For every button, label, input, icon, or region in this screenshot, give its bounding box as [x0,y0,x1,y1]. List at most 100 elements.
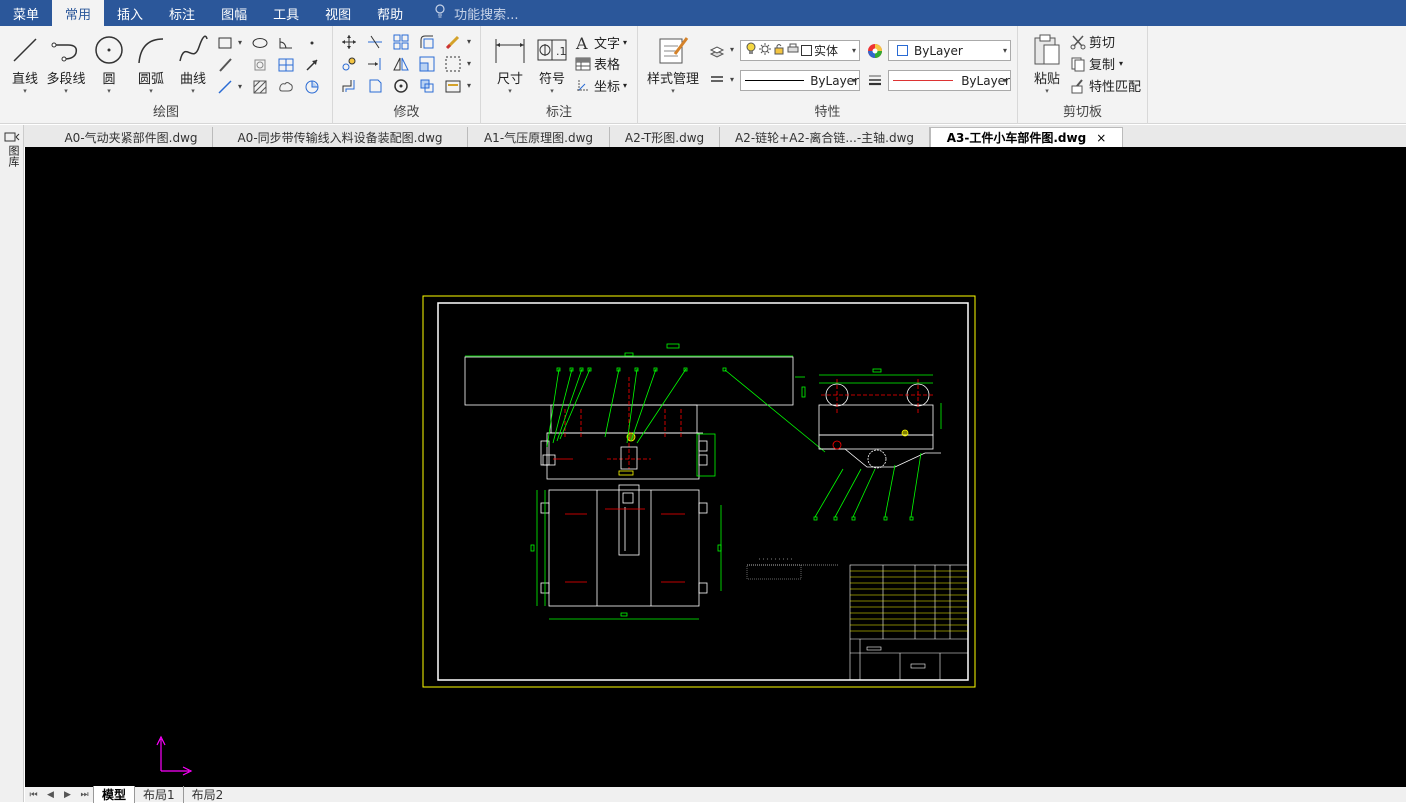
fillet-icon[interactable] [418,33,436,51]
doc-tab[interactable]: A2-T形图.dwg [610,127,720,147]
match-properties-button[interactable]: 特性匹配 [1069,76,1141,95]
cut-button[interactable]: 剪切 [1069,32,1115,51]
coordinate-label: 坐标 [594,80,621,95]
scale-icon[interactable] [418,55,436,73]
last-layout-icon[interactable]: ⏭ [76,790,93,800]
copy-button[interactable]: 复制 ▾ [1069,54,1123,73]
text-icon: A [574,34,592,52]
construction-line-icon[interactable] [216,78,234,96]
menu-frame[interactable]: 图幅 [208,0,260,26]
layer-on-icon [745,42,757,59]
layer-combo[interactable]: 实体 ▾ [740,40,860,61]
table-icon [574,55,592,73]
array-icon[interactable] [392,33,410,51]
group-modify-title: 修改 [393,105,420,120]
sidebar-library[interactable]: 图库 [0,125,24,802]
lineweight-icon[interactable] [866,71,884,89]
menu-insert[interactable]: 插入 [104,0,156,26]
brush-dropdown-icon[interactable]: ▾ [467,37,471,46]
lightbulb-icon [434,4,446,22]
stretch-icon[interactable] [444,55,462,73]
boundary-icon[interactable] [303,78,321,96]
arrow-icon[interactable] [303,56,321,74]
search-placeholder: 功能搜索... [454,7,519,23]
menu-view[interactable]: 视图 [312,0,364,26]
menu-main[interactable]: 菜单 [0,0,52,26]
drawing-canvas[interactable] [25,147,1406,787]
pencil-icon[interactable] [216,56,234,74]
layout-tab-model[interactable]: 模型 [93,786,135,803]
curve-icon [170,32,216,68]
brush-icon[interactable] [444,33,462,51]
function-search[interactable]: 功能搜索... [434,0,519,26]
explode-icon[interactable] [418,77,436,95]
hatch-icon[interactable] [251,78,269,96]
region-icon[interactable] [251,56,269,74]
doc-tab[interactable]: A1-气压原理图.dwg [468,127,610,147]
linetype-list-icon[interactable] [708,71,726,89]
arc-button[interactable]: 圆弧 ▾ [128,32,174,95]
curve-button[interactable]: 曲线 ▾ [170,32,216,95]
mirror-icon[interactable] [392,55,410,73]
stretch-dropdown-icon[interactable]: ▾ [467,59,471,68]
layer-lock-icon [773,43,785,58]
color-wheel-icon[interactable] [866,42,884,60]
cloud-icon[interactable] [277,78,295,96]
symbol-button[interactable]: .1 符号 ▾ [529,32,575,95]
next-layout-icon[interactable]: ▶ [59,790,76,800]
menu-common[interactable]: 常用 [52,0,105,26]
line-button[interactable]: 直线 ▾ [2,32,48,95]
drawing-svg [156,295,976,776]
move-icon[interactable] [340,33,358,51]
point-icon[interactable] [303,34,321,52]
close-icon[interactable]: × [1096,131,1106,145]
style-manager-icon [642,32,704,68]
doc-tab-active[interactable]: A3-工件小车部件图.dwg × [930,127,1123,147]
layer-manager-dropdown-icon[interactable]: ▾ [730,45,734,54]
trim-icon[interactable] [366,33,384,51]
text-button[interactable]: A 文字 ▾ [574,33,627,53]
technical-notes [746,558,839,580]
edit-dropdown-icon[interactable]: ▾ [467,81,471,90]
color-combo[interactable]: ByLayer ▾ [888,40,1011,61]
menu-help[interactable]: 帮助 [364,0,416,26]
linetype-combo[interactable]: ByLayer ▾ [740,70,860,91]
copy-object-icon[interactable] [340,55,358,73]
lineweight-combo[interactable]: ByLayer ▾ [888,70,1011,91]
curve-label: 曲线 [179,72,206,87]
ellipse-icon[interactable] [251,34,269,52]
doc-tab[interactable]: A0-气动夹紧部件图.dwg [50,127,213,147]
break-icon[interactable] [366,77,384,95]
prev-layout-icon[interactable]: ◀ [42,790,59,800]
linetype-list-dropdown-icon[interactable]: ▾ [730,75,734,84]
offset-icon[interactable] [340,77,358,95]
layout-tab-1[interactable]: 布局1 [134,786,183,803]
first-layout-icon[interactable]: ⏮ [25,790,42,800]
doc-tab[interactable]: A2-链轮+A2-离合链...-主轴.dwg [720,127,930,147]
menu-annotate[interactable]: 标注 [156,0,208,26]
construction-dropdown-icon[interactable]: ▾ [238,82,242,91]
rotate-icon[interactable] [392,77,410,95]
group-properties: 样式管理 ▾ ▾ 实体 ▾ ByLayer ▾ ▾ ByLayer ▾ ByLa… [638,26,1018,124]
svg-text:A: A [575,35,588,51]
extend-icon[interactable] [366,55,384,73]
linetype-preview [745,80,805,81]
table-button[interactable]: 表格 [574,54,620,73]
table-draw-icon[interactable] [277,56,295,74]
doc-tab[interactable]: A0-同步带传输线入料设备装配图.dwg [213,127,468,147]
paste-icon [1024,32,1070,68]
dimension-button[interactable]: 尺寸 ▾ [487,32,533,95]
layout-tab-2[interactable]: 布局2 [182,786,232,803]
circle-button[interactable]: 圆 ▾ [86,32,132,95]
coordinate-button[interactable]: 坐标 ▾ [574,76,627,95]
paste-button[interactable]: 粘贴 ▾ [1024,32,1070,95]
rectangle-dropdown-icon[interactable]: ▾ [238,38,242,47]
layer-manager-icon[interactable] [708,42,726,60]
style-manager-button[interactable]: 样式管理 ▾ [642,32,704,95]
doc-tab-active-label: A3-工件小车部件图.dwg [946,131,1087,145]
angle-icon[interactable] [277,34,295,52]
polyline-button[interactable]: 多段线 ▾ [43,32,89,95]
rectangle-icon[interactable] [216,34,234,52]
properties-edit-icon[interactable] [444,77,462,95]
menu-tools[interactable]: 工具 [260,0,312,26]
